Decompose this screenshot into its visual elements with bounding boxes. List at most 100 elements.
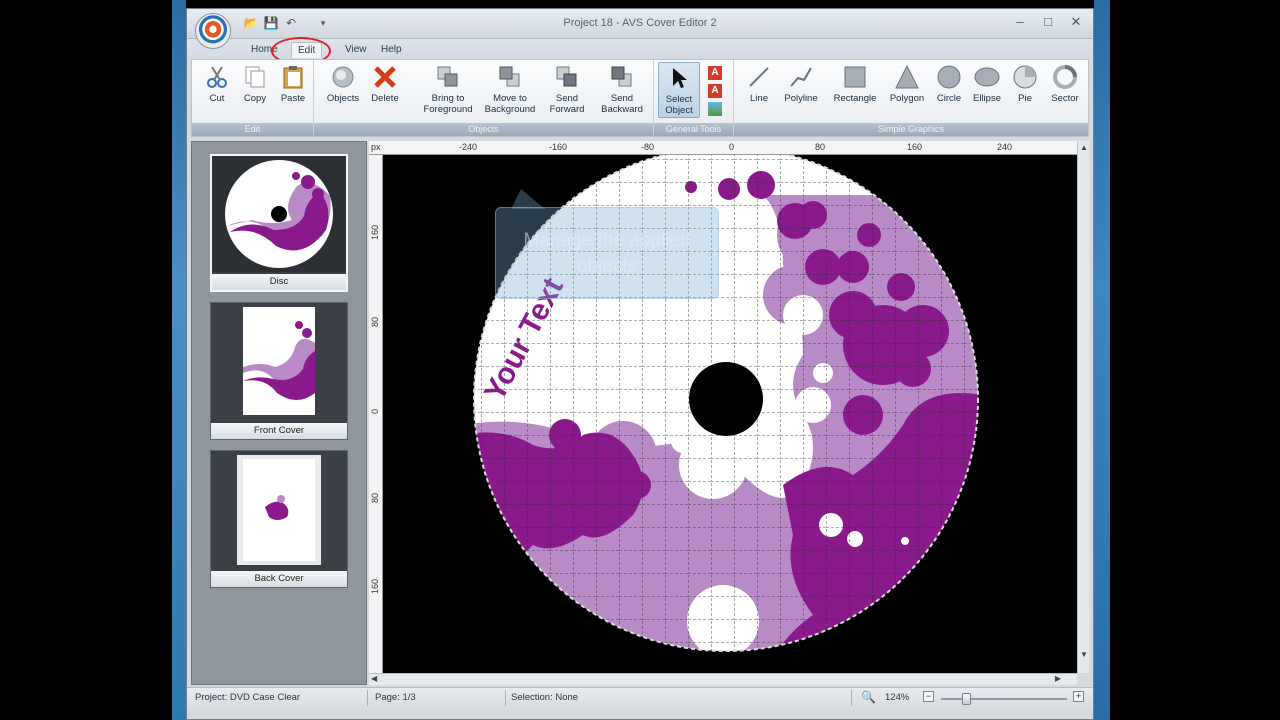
send-backward-icon	[611, 66, 632, 87]
window-controls: – □ ✕	[1009, 13, 1087, 31]
zoom-level: 124%	[885, 692, 910, 703]
edit-group: Cut Copy Paste Edit	[192, 60, 314, 136]
ruler-tick: 160	[370, 225, 380, 241]
text-tool-icon[interactable]: A	[708, 66, 722, 80]
pointer-arrow-icon	[673, 68, 687, 88]
disc-thumbnail	[212, 156, 346, 272]
page-thumb-disc[interactable]: Disc	[210, 154, 348, 292]
polygon-tool-button[interactable]: Polygon	[884, 64, 930, 104]
ruler-tick: 240	[997, 142, 1013, 152]
objects-button[interactable]: Objects	[320, 64, 366, 104]
select-object-button[interactable]: Select Object	[658, 62, 700, 118]
polyline-tool-button[interactable]: Polyline	[778, 64, 824, 104]
delete-label: Delete	[371, 93, 399, 104]
objects-icon	[332, 66, 354, 88]
page-thumb-back-cover[interactable]: Back Cover	[210, 450, 348, 588]
objects-group-label: Objects	[314, 123, 653, 136]
horizontal-scrollbar[interactable]: ◀ ▶	[369, 673, 1077, 685]
select-object-label: Select Object	[665, 94, 693, 116]
line-icon	[749, 67, 769, 87]
horizontal-ruler: px -240 -160 -80 0 80 160 240	[369, 141, 1077, 155]
bring-to-foreground-button[interactable]: Bring to Foreground	[418, 64, 478, 115]
front-cover-thumbnail	[211, 303, 347, 423]
send-backward-button[interactable]: Send Backward	[594, 64, 650, 115]
zoom-slider-track[interactable]	[941, 698, 1067, 700]
cut-label: Cut	[209, 93, 225, 104]
move-to-background-button[interactable]: Move to Background	[480, 64, 540, 115]
ruler-tick: 80	[815, 142, 826, 152]
page-thumb-label: Front Cover	[211, 423, 347, 439]
clipboard-icon	[283, 66, 303, 89]
ruler-unit: px	[371, 142, 381, 152]
line-tool-button[interactable]: Line	[736, 64, 782, 104]
zoom-magnifier-icon[interactable]: 🔍	[861, 690, 876, 704]
status-project: Project: DVD Case Clear	[195, 692, 301, 703]
ellipse-icon	[974, 67, 1000, 87]
ruler-tick: 80	[370, 493, 380, 504]
delete-x-icon	[374, 66, 396, 88]
status-bar: Project: DVD Case Clear Page: 1/3 Select…	[187, 687, 1093, 709]
polygon-icon	[895, 64, 919, 89]
ribbon: Cut Copy Paste Edit Objects Delete Bring…	[191, 59, 1089, 137]
disc-center-hole	[689, 362, 763, 436]
rectangle-icon	[844, 66, 866, 88]
circle-icon	[937, 65, 961, 89]
close-button[interactable]: ✕	[1065, 13, 1087, 31]
general-tools-group: Select Object A A General Tools	[654, 60, 734, 136]
pie-icon	[1013, 65, 1037, 89]
zoom-slider-thumb[interactable]	[962, 693, 971, 705]
rectangle-tool-button[interactable]: Rectangle	[828, 64, 882, 104]
objects-label: Objects	[326, 93, 360, 104]
minimize-button[interactable]: –	[1009, 13, 1031, 31]
bring-to-front-icon	[437, 66, 458, 87]
vertical-scrollbar[interactable]: ▲ ▼	[1077, 141, 1089, 673]
tooltip-pointer	[511, 189, 545, 209]
ruler-tick: 80	[370, 317, 380, 328]
scroll-up-icon[interactable]: ▲	[1080, 143, 1088, 152]
sector-tool-button[interactable]: Sector	[1042, 64, 1088, 104]
scroll-right-icon[interactable]: ▶	[1055, 674, 1061, 683]
window-title: Project 18 - AVS Cover Editor 2	[563, 17, 717, 29]
rectangle-label: Rectangle	[833, 93, 877, 104]
general-tools-label: General Tools	[654, 123, 733, 136]
pie-label: Pie	[1018, 93, 1032, 104]
scroll-left-icon[interactable]: ◀	[371, 674, 377, 683]
simple-graphics-label: Simple Graphics	[734, 123, 1088, 136]
app-menu-orb[interactable]	[195, 13, 231, 49]
status-separator	[851, 690, 852, 706]
tooltip-manage-objects: Manage the applied objects	[495, 207, 719, 299]
back-cover-thumbnail	[211, 451, 347, 571]
desktop-background-right	[1094, 0, 1110, 720]
ruler-tick: 160	[907, 142, 923, 152]
desktop-background-left	[172, 0, 186, 720]
page-thumb-label: Disc	[212, 274, 346, 290]
curved-text-tool-icon[interactable]: A	[708, 84, 722, 98]
send-forward-button[interactable]: Send Forward	[540, 64, 594, 115]
copy-icon	[245, 66, 265, 88]
scroll-down-icon[interactable]: ▼	[1080, 650, 1088, 659]
zoom-in-button[interactable]: +	[1073, 691, 1084, 702]
move-to-background-label: Move to Background	[484, 93, 536, 115]
pages-panel: Disc Front Cover Back Cover	[191, 141, 367, 685]
page-thumb-front-cover[interactable]: Front Cover	[210, 302, 348, 440]
delete-button[interactable]: Delete	[362, 64, 408, 104]
simple-graphics-group: Line Polyline Rectangle Polygon Circle E…	[734, 60, 1088, 136]
send-forward-icon	[556, 66, 577, 87]
app-window: 📂 💾 ↶ ▾ Project 18 - AVS Cover Editor 2 …	[186, 8, 1094, 720]
image-tool-icon[interactable]	[708, 102, 722, 116]
polyline-icon	[790, 67, 812, 87]
paste-button[interactable]: Paste	[270, 64, 316, 104]
maximize-button[interactable]: □	[1037, 13, 1059, 31]
send-forward-label: Send Forward	[549, 93, 585, 115]
line-label: Line	[750, 93, 768, 104]
desktop: 📂 💾 ↶ ▾ Project 18 - AVS Cover Editor 2 …	[0, 0, 1280, 720]
ruler-tick: -80	[641, 142, 655, 152]
design-canvas-area: px -240 -160 -80 0 80 160 240 160 80 0 8…	[369, 141, 1089, 685]
tab-view[interactable]: View	[339, 42, 373, 57]
tab-help[interactable]: Help	[375, 42, 408, 57]
vertical-ruler: 160 80 0 80 160	[369, 155, 383, 673]
ruler-tick: 0	[370, 409, 380, 415]
canvas[interactable]: Your Text Manage the applied objects	[383, 155, 1077, 673]
zoom-out-button[interactable]: −	[923, 691, 934, 702]
ruler-tick: -240	[459, 142, 478, 152]
